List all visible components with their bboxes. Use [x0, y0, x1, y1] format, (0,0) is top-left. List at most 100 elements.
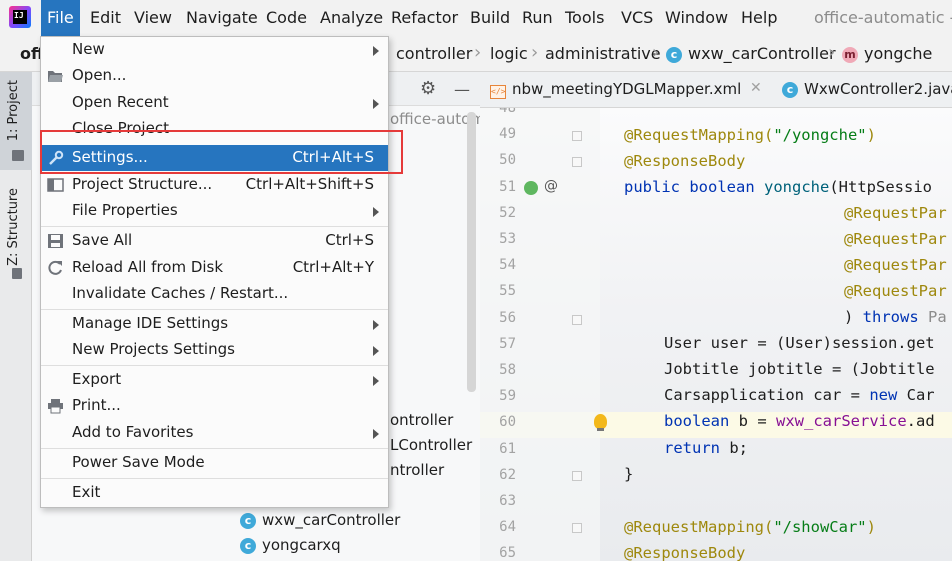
- file-menu-open[interactable]: Open...: [41, 63, 388, 89]
- project-panel-scrollbar[interactable]: [467, 112, 476, 392]
- line-number: 56: [499, 309, 516, 326]
- tree-item-yongcarxq[interactable]: c yongcarxq: [240, 536, 341, 554]
- structure-icon: [12, 268, 22, 279]
- submenu-arrow-icon: [373, 346, 379, 356]
- menu-help[interactable]: Help: [741, 0, 777, 36]
- breadcrumb-method[interactable]: m yongche: [842, 44, 932, 63]
- menu-window[interactable]: Window: [665, 0, 728, 36]
- file-menu-manage-ide-settings[interactable]: Manage IDE Settings: [41, 311, 388, 337]
- line-number: 65: [499, 545, 516, 561]
- tree-item[interactable]: ontroller: [390, 411, 453, 429]
- menu-run[interactable]: Run: [522, 0, 553, 36]
- code-editor[interactable]: 48 49 50 51 52 53 54 55 56 57 58 59 60 61 62 63 64 65 @ @…: [480, 108, 952, 561]
- printer-icon: [48, 399, 63, 414]
- menu-item-label: File Properties: [72, 201, 178, 219]
- file-menu-print[interactable]: Print...: [41, 393, 388, 419]
- shortcut-label: Ctrl+Alt+S: [292, 148, 374, 166]
- tree-item[interactable]: LController: [390, 436, 472, 454]
- menu-item-label: Open...: [72, 66, 127, 84]
- line-number: 50: [499, 152, 516, 169]
- line-number: 51: [499, 178, 516, 195]
- structure-tool-tab-label[interactable]: Z: Structure: [6, 188, 21, 266]
- file-menu-invalidate-caches[interactable]: Invalidate Caches / Restart...: [41, 281, 388, 307]
- close-icon[interactable]: ✕: [750, 80, 762, 96]
- menu-separator: [41, 226, 388, 227]
- run-gutter-icon[interactable]: [524, 181, 538, 195]
- breadcrumb-logic[interactable]: logic: [490, 44, 528, 63]
- breadcrumb-class[interactable]: c wxw_carController: [666, 44, 836, 63]
- file-menu-settings[interactable]: Settings... Ctrl+Alt+S: [41, 145, 388, 171]
- minimize-icon[interactable]: —: [454, 80, 470, 99]
- project-tool-tab-label[interactable]: 1: Project: [6, 80, 21, 141]
- menu-tools[interactable]: Tools: [565, 0, 604, 36]
- editor-tab-wxwcontroller2[interactable]: c WxwController2.java: [782, 80, 952, 98]
- chevron-right-icon: ›: [531, 42, 539, 63]
- menu-item-label: Close Project: [72, 119, 169, 137]
- editor-tab-label: WxwController2.java: [804, 80, 952, 98]
- tree-item-label: yongcarxq: [262, 536, 341, 554]
- menu-separator: [41, 309, 388, 310]
- chevron-right-icon: ›: [474, 42, 482, 63]
- file-menu-save-all[interactable]: Save All Ctrl+S: [41, 228, 388, 254]
- menu-analyze[interactable]: Analyze: [320, 0, 383, 36]
- class-icon: c: [240, 513, 256, 529]
- code-line-56: ) throws Pa: [844, 308, 947, 326]
- menu-build[interactable]: Build: [470, 0, 510, 36]
- fold-marker-icon[interactable]: [572, 315, 582, 325]
- line-number: 60: [499, 414, 516, 431]
- main-menu-bar: IJ File Edit View Navigate Code Analyze …: [0, 0, 952, 36]
- file-menu-close-project[interactable]: Close Project: [41, 116, 388, 142]
- file-menu-project-structure[interactable]: Project Structure... Ctrl+Alt+Shift+S: [41, 172, 388, 198]
- file-menu-power-save-mode[interactable]: Power Save Mode: [41, 450, 388, 476]
- line-number: 62: [499, 466, 516, 483]
- menu-item-label: Export: [72, 370, 122, 388]
- tree-item-wxw-car-controller[interactable]: c wxw_carController: [240, 511, 400, 529]
- line-number: 61: [499, 440, 516, 457]
- submenu-arrow-icon: [373, 46, 379, 56]
- line-number: 59: [499, 388, 516, 405]
- class-icon: c: [782, 82, 798, 98]
- lightbulb-icon[interactable]: [594, 414, 607, 431]
- fold-marker-icon[interactable]: [572, 471, 582, 481]
- fold-marker-icon[interactable]: [572, 131, 582, 141]
- file-menu-export[interactable]: Export: [41, 367, 388, 393]
- menu-vcs[interactable]: VCS: [621, 0, 653, 36]
- file-menu-exit[interactable]: Exit: [41, 480, 388, 506]
- menu-refactor[interactable]: Refactor: [391, 0, 458, 36]
- editor-tab-mapper-xml[interactable]: </> nbw_meetingYDGLMapper.xml: [490, 80, 741, 99]
- menu-view[interactable]: View: [134, 0, 172, 36]
- editor-tab-bar: </> nbw_meetingYDGLMapper.xml ✕ c WxwContr…: [480, 72, 952, 108]
- line-number: 63: [499, 493, 516, 509]
- shortcut-label: Ctrl+Alt+Shift+S: [245, 175, 374, 193]
- file-menu-add-to-favorites[interactable]: Add to Favorites: [41, 420, 388, 446]
- method-icon: m: [842, 47, 858, 63]
- menu-item-label: Save All: [72, 231, 133, 249]
- intellij-logo-icon: IJ: [9, 6, 31, 28]
- menu-item-label: Manage IDE Settings: [72, 314, 229, 332]
- file-menu-file-properties[interactable]: File Properties: [41, 198, 388, 224]
- gear-icon[interactable]: ⚙: [420, 78, 436, 99]
- tree-path-fragment: office-automa: [390, 110, 495, 128]
- annotation-gutter-icon[interactable]: @: [544, 178, 558, 194]
- menu-file[interactable]: File: [41, 0, 80, 36]
- tree-item[interactable]: ntroller: [390, 461, 444, 479]
- menu-code[interactable]: Code: [266, 0, 307, 36]
- menu-edit[interactable]: Edit: [90, 0, 121, 36]
- folder-open-icon: [48, 71, 63, 82]
- fold-marker-icon[interactable]: [572, 523, 582, 533]
- breadcrumb-method-label: yongche: [864, 44, 933, 63]
- file-menu-reload[interactable]: Reload All from Disk Ctrl+Alt+Y: [41, 255, 388, 281]
- submenu-arrow-icon: [373, 376, 379, 386]
- code-line-54: @RequestPar: [844, 256, 947, 274]
- line-number: 58: [499, 362, 516, 378]
- breadcrumb-administrative[interactable]: administrative: [545, 44, 661, 63]
- file-menu-new-projects-settings[interactable]: New Projects Settings: [41, 337, 388, 363]
- menu-separator: [41, 478, 388, 479]
- shortcut-label: Ctrl+Alt+Y: [292, 258, 374, 276]
- file-menu-open-recent[interactable]: Open Recent: [41, 90, 388, 116]
- breadcrumb-controller[interactable]: controller: [396, 44, 472, 63]
- line-number: 52: [499, 204, 516, 221]
- file-menu-new[interactable]: New: [41, 37, 388, 63]
- fold-marker-icon[interactable]: [572, 157, 582, 167]
- menu-navigate[interactable]: Navigate: [186, 0, 258, 36]
